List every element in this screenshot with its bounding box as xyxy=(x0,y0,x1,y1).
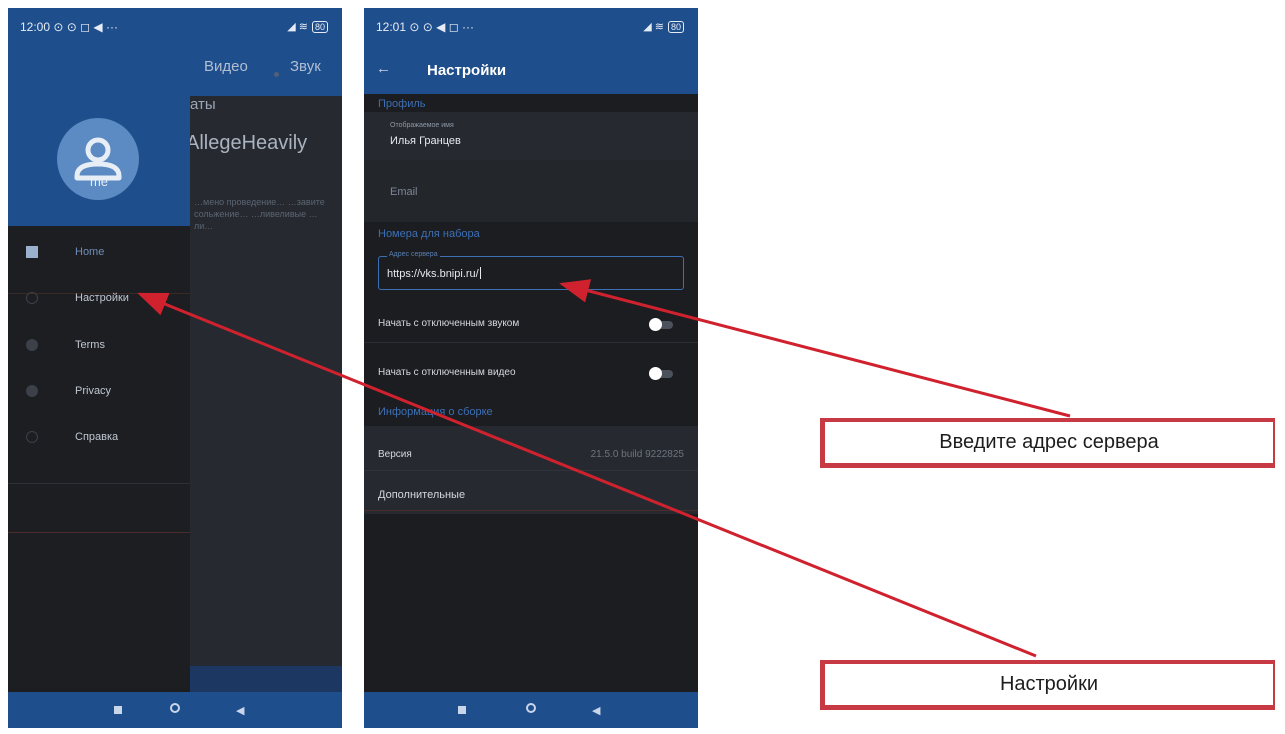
callout-settings: Настройки xyxy=(820,660,1275,710)
arrow-to-settings-item xyxy=(137,292,1037,658)
callout-settings-text: Настройки xyxy=(999,673,1099,695)
callout-server-address: Введите адрес сервера xyxy=(820,418,1275,468)
annotation-arrows xyxy=(137,279,1071,658)
callout-server-text: Введите адрес сервера xyxy=(939,431,1159,453)
arrow-to-server-field xyxy=(559,279,1071,418)
